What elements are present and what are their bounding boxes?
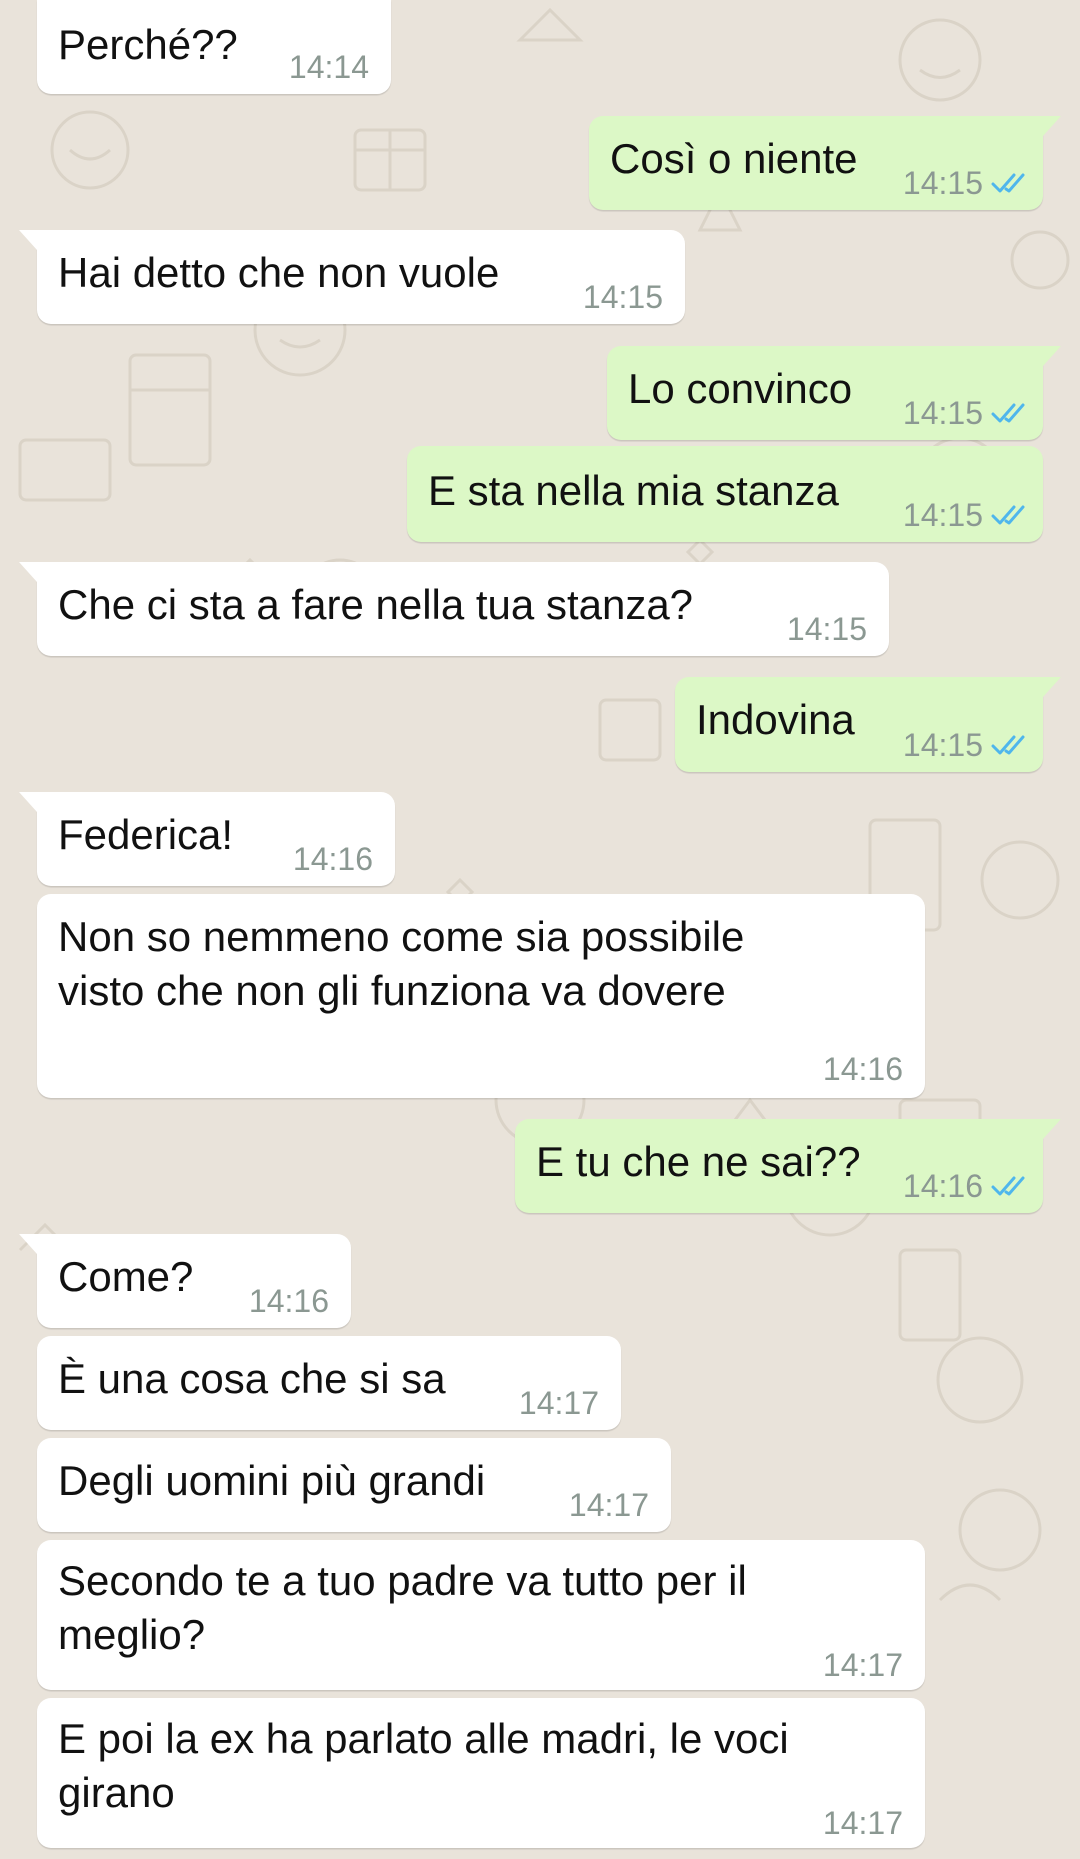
message-time: 14:15 xyxy=(902,727,983,763)
message-meta: 14:17 xyxy=(569,1478,649,1532)
message-time: 14:16 xyxy=(248,1283,329,1319)
message-meta: 14:16 xyxy=(823,1042,903,1096)
message-meta: 14:15 xyxy=(583,270,663,324)
message-meta: 14:16 xyxy=(293,832,373,886)
message-outgoing[interactable]: E tu che ne sai?? 14:16 xyxy=(515,1119,1061,1213)
message-text: E tu che ne sai?? xyxy=(536,1138,861,1185)
message-meta: 14:15 xyxy=(787,602,867,656)
message-time: 14:15 xyxy=(902,165,983,201)
message-incoming[interactable]: Degli uomini più grandi 14:17 xyxy=(37,1438,671,1532)
message-incoming[interactable]: Federica! 14:16 xyxy=(19,792,395,886)
message-meta: 14:15 xyxy=(903,156,1029,210)
message-time: 14:14 xyxy=(288,49,369,85)
message-text: E poi la ex ha parlato alle madri, le vo… xyxy=(58,1715,789,1816)
message-meta: 14:14 xyxy=(289,40,369,94)
message-incoming[interactable]: È una cosa che si sa 14:17 xyxy=(37,1336,621,1430)
message-meta: 14:16 xyxy=(903,1159,1029,1213)
message-incoming[interactable]: Che ci sta a fare nella tua stanza? 14:1… xyxy=(19,562,889,656)
message-time: 14:17 xyxy=(568,1487,649,1523)
message-time: 14:16 xyxy=(902,1168,983,1204)
message-meta: 14:15 xyxy=(903,488,1029,542)
message-meta: 14:15 xyxy=(903,386,1029,440)
message-time: 14:17 xyxy=(518,1385,599,1421)
message-text: Federica! xyxy=(58,811,234,858)
message-meta: 14:17 xyxy=(823,1796,903,1850)
double-check-read-icon xyxy=(991,735,1025,755)
message-incoming[interactable]: Hai detto che non vuole 14:15 xyxy=(19,230,685,324)
double-check-read-icon xyxy=(991,403,1025,423)
message-incoming[interactable]: Secondo te a tuo padre va tutto per il m… xyxy=(37,1540,925,1690)
message-time: 14:15 xyxy=(902,395,983,431)
message-meta: 14:17 xyxy=(519,1376,599,1430)
message-text: Indovina xyxy=(696,696,855,743)
message-text: È una cosa che si sa xyxy=(58,1355,446,1402)
message-text: Non so nemmeno come sia possibile visto … xyxy=(58,913,745,1014)
double-check-read-icon xyxy=(991,505,1025,525)
message-text: Hai detto che non vuole xyxy=(58,249,500,296)
message-text: Che ci sta a fare nella tua stanza? xyxy=(58,581,694,628)
message-text: Lo convinco xyxy=(628,365,853,412)
message-meta: 14:17 xyxy=(823,1638,903,1692)
message-text: E sta nella mia stanza xyxy=(428,467,839,514)
message-text: Come? xyxy=(58,1253,194,1300)
message-time: 14:15 xyxy=(902,497,983,533)
double-check-read-icon xyxy=(991,1176,1025,1196)
message-time: 14:15 xyxy=(582,279,663,315)
message-incoming[interactable]: Perché?? 14:14 xyxy=(37,0,391,94)
message-text: Secondo te a tuo padre va tutto per il m… xyxy=(58,1557,747,1658)
message-outgoing[interactable]: Indovina 14:15 xyxy=(675,677,1061,772)
message-time: 14:17 xyxy=(822,1647,903,1683)
conversation-view[interactable]: Perché?? 14:14 Così o niente 14:15 Hai d… xyxy=(0,0,1080,1859)
message-text: Così o niente xyxy=(610,135,858,182)
message-incoming[interactable]: Non so nemmeno come sia possibile visto … xyxy=(37,894,925,1098)
message-time: 14:16 xyxy=(822,1051,903,1087)
double-check-read-icon xyxy=(991,173,1025,193)
message-incoming[interactable]: E poi la ex ha parlato alle madri, le vo… xyxy=(37,1698,925,1848)
message-incoming[interactable]: Come? 14:16 xyxy=(19,1234,351,1328)
message-time: 14:15 xyxy=(786,611,867,647)
message-meta: 14:15 xyxy=(903,718,1029,772)
message-meta: 14:16 xyxy=(249,1274,329,1328)
message-outgoing[interactable]: Così o niente 14:15 xyxy=(589,116,1061,210)
message-text: Perché?? xyxy=(58,21,238,68)
message-outgoing[interactable]: E sta nella mia stanza 14:15 xyxy=(407,446,1043,542)
message-time: 14:17 xyxy=(822,1805,903,1841)
message-outgoing[interactable]: Lo convinco 14:15 xyxy=(607,346,1061,440)
message-time: 14:16 xyxy=(292,841,373,877)
message-text: Degli uomini più grandi xyxy=(58,1457,486,1504)
